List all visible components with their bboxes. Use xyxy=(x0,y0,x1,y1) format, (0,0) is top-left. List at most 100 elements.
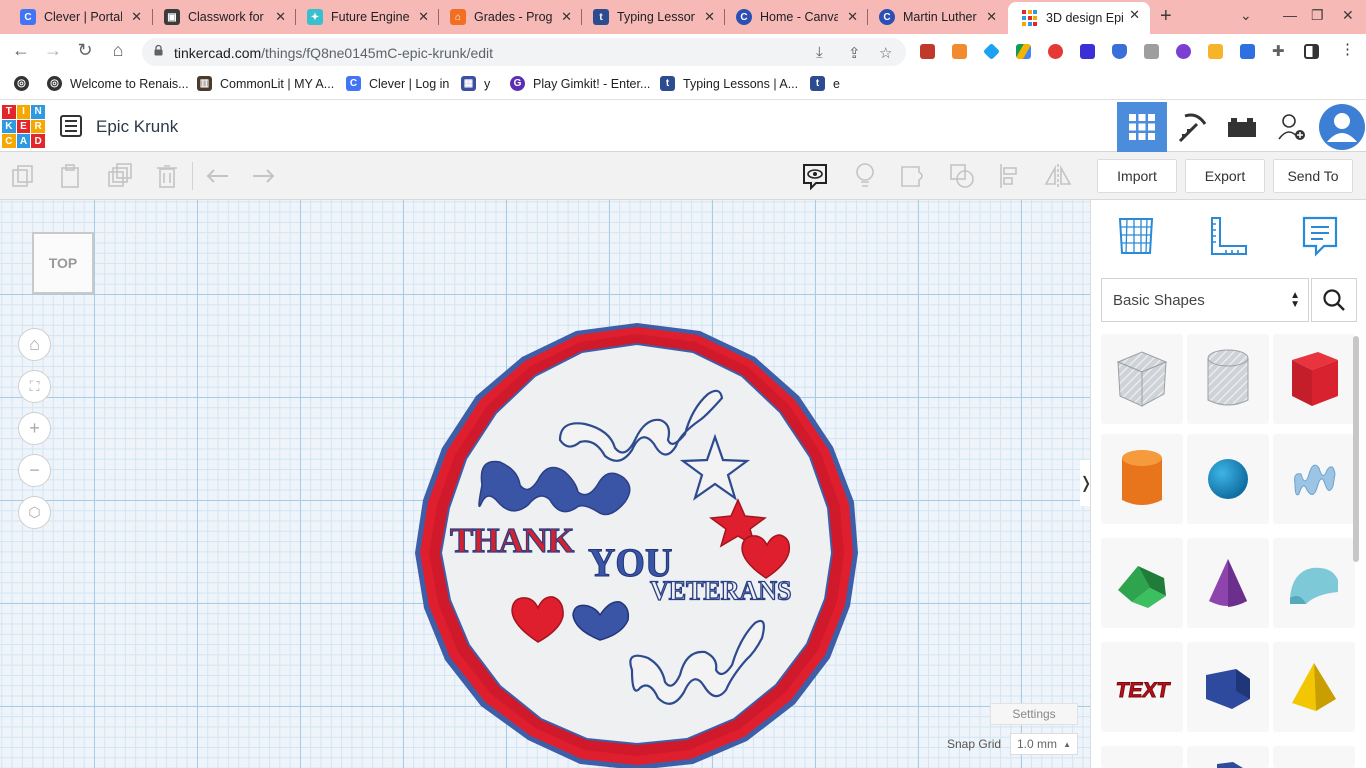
extension-grey-icon[interactable] xyxy=(1144,44,1159,59)
browser-menu-icon[interactable]: ⋮ xyxy=(1340,40,1355,58)
shape-search-button[interactable] xyxy=(1311,278,1357,322)
align-button[interactable] xyxy=(994,160,1028,192)
design-title[interactable]: Epic Krunk xyxy=(96,117,178,137)
zoom-in-button[interactable]: + xyxy=(18,412,51,445)
shape-partial[interactable] xyxy=(1273,746,1355,768)
home-icon[interactable]: ⌂ xyxy=(107,40,129,61)
bookmark-item[interactable]: G Play Gimkit! - Enter... xyxy=(510,76,650,91)
adblock-icon[interactable] xyxy=(1048,44,1063,59)
url-input[interactable]: tinkercad.com/things/fQ8ne0145mC-epic-kr… xyxy=(142,38,906,66)
bookmark-item[interactable]: t e xyxy=(810,76,840,91)
close-window-icon[interactable]: ✕ xyxy=(1342,7,1354,24)
settings-button[interactable]: Settings xyxy=(990,703,1078,725)
install-icon[interactable]: ⤓ xyxy=(816,44,823,61)
close-icon[interactable]: ✕ xyxy=(704,9,715,25)
drive-icon[interactable] xyxy=(1016,44,1031,59)
new-tab-icon[interactable]: + xyxy=(1160,5,1172,28)
browser-tab[interactable]: C Martin Luther ✕ xyxy=(865,4,1007,30)
extension-k-icon[interactable] xyxy=(1176,44,1191,59)
import-button[interactable]: Import xyxy=(1097,159,1177,193)
design-list-icon[interactable] xyxy=(60,115,82,137)
paste-button[interactable] xyxy=(54,160,88,192)
undo-button[interactable] xyxy=(200,160,234,192)
notes-visibility-button[interactable] xyxy=(798,160,832,192)
panel-scrollbar[interactable] xyxy=(1353,336,1359,562)
extension-diamond-icon[interactable] xyxy=(983,43,1000,60)
reload-icon[interactable]: ↻ xyxy=(74,40,96,61)
forward-icon[interactable]: → xyxy=(42,40,64,61)
bookmark-item[interactable]: C Clever | Log in xyxy=(346,76,449,91)
invite-user-button[interactable] xyxy=(1267,102,1317,152)
minimize-icon[interactable]: — xyxy=(1283,7,1297,23)
extension-yellow-icon[interactable] xyxy=(1208,44,1223,59)
delete-button[interactable] xyxy=(150,160,184,192)
perspective-button[interactable]: ⬡ xyxy=(18,496,51,529)
tinkercad-logo[interactable]: T I N K E R C A D xyxy=(2,105,45,148)
shape-cylinder-hole[interactable] xyxy=(1187,334,1269,424)
browser-tab[interactable]: t Typing Lesson ✕ xyxy=(579,4,725,30)
close-icon[interactable]: ✕ xyxy=(275,9,286,25)
browser-tab[interactable]: ✦ Future Enginee ✕ xyxy=(293,4,439,30)
close-icon[interactable]: ✕ xyxy=(418,9,429,25)
export-button[interactable]: Export xyxy=(1185,159,1265,193)
restore-icon[interactable]: ❐ xyxy=(1311,7,1324,24)
fit-view-button[interactable]: ⛶ xyxy=(18,370,51,403)
shape-sphere[interactable] xyxy=(1187,434,1269,524)
shape-partial[interactable] xyxy=(1187,746,1269,768)
shape-round-roof[interactable] xyxy=(1273,538,1355,628)
workplane-canvas[interactable]: TOP ⌂ ⛶ + − ⬡ THANK YOU VETERANS ❭ Setti… xyxy=(0,200,1090,768)
ungroup-button[interactable] xyxy=(945,160,979,192)
close-icon[interactable]: ✕ xyxy=(847,9,858,25)
side-panel-icon[interactable] xyxy=(1304,44,1319,59)
extension-eraser-icon[interactable] xyxy=(952,44,967,59)
extension-translate-icon[interactable] xyxy=(1240,44,1255,59)
browser-tab[interactable]: ⌂ Grades - Progr ✕ xyxy=(436,4,582,30)
mirror-button[interactable] xyxy=(1041,160,1075,192)
home-view-button[interactable]: ⌂ xyxy=(18,328,51,361)
lightbulb-button[interactable] xyxy=(848,160,882,192)
model-coin[interactable]: THANK YOU VETERANS xyxy=(410,320,870,768)
shield-icon[interactable] xyxy=(1112,44,1127,59)
close-icon[interactable]: ✕ xyxy=(1129,7,1140,23)
shape-cylinder[interactable] xyxy=(1101,434,1183,524)
bookmark-item[interactable]: t Typing Lessons | A... xyxy=(660,76,798,91)
shape-category-select[interactable]: Basic Shapes ▲ ▼ xyxy=(1101,278,1309,322)
copy-button[interactable] xyxy=(6,160,40,192)
extension-book-icon[interactable] xyxy=(920,44,935,59)
shape-cone[interactable] xyxy=(1187,538,1269,628)
group-button[interactable] xyxy=(896,160,930,192)
bookmark-item[interactable]: ◎ xyxy=(14,76,37,91)
redo-button[interactable] xyxy=(247,160,281,192)
shape-half-sphere-box[interactable] xyxy=(1187,642,1269,732)
shape-pyramid[interactable] xyxy=(1273,642,1355,732)
blocks-view-button[interactable] xyxy=(1167,102,1217,152)
view-cube[interactable]: TOP xyxy=(32,232,94,294)
shape-box-hole[interactable] xyxy=(1101,334,1183,424)
duplicate-button[interactable] xyxy=(102,160,136,192)
workplane-tool-button[interactable] xyxy=(1112,212,1160,260)
shape-box[interactable] xyxy=(1273,334,1355,424)
ruler-tool-button[interactable] xyxy=(1204,212,1252,260)
browser-tab[interactable]: ▣ Classwork for ✕ xyxy=(150,4,296,30)
browser-tab[interactable]: C Home - Canva ✕ xyxy=(722,4,868,30)
snap-grid-select[interactable]: 1.0 mm ▲ xyxy=(1010,733,1078,755)
shape-text[interactable]: TEXT xyxy=(1101,642,1183,732)
close-icon[interactable]: ✕ xyxy=(131,9,142,25)
bookmark-item[interactable]: ▦ y xyxy=(461,76,490,91)
extensions-puzzle-icon[interactable]: ✚ xyxy=(1272,42,1285,60)
bricks-view-button[interactable] xyxy=(1217,102,1267,152)
close-icon[interactable]: ✕ xyxy=(561,9,572,25)
zoom-out-button[interactable]: − xyxy=(18,454,51,487)
browser-tab[interactable]: C Clever | Portal ✕ xyxy=(6,4,152,30)
profile-button[interactable] xyxy=(1317,102,1366,152)
grid-view-button[interactable] xyxy=(1117,102,1167,152)
shape-roof[interactable] xyxy=(1101,538,1183,628)
extension-c-icon[interactable] xyxy=(1080,44,1095,59)
close-icon[interactable]: ✕ xyxy=(986,9,997,25)
browser-tab-active[interactable]: 3D design Epic ✕ xyxy=(1008,2,1150,34)
shape-partial[interactable] xyxy=(1101,746,1183,768)
shape-scribble[interactable] xyxy=(1273,434,1355,524)
send-to-button[interactable]: Send To xyxy=(1273,159,1353,193)
bookmark-item[interactable]: ▥ CommonLit | MY A... xyxy=(197,76,334,91)
tab-search-icon[interactable]: ⌄ xyxy=(1240,7,1252,24)
